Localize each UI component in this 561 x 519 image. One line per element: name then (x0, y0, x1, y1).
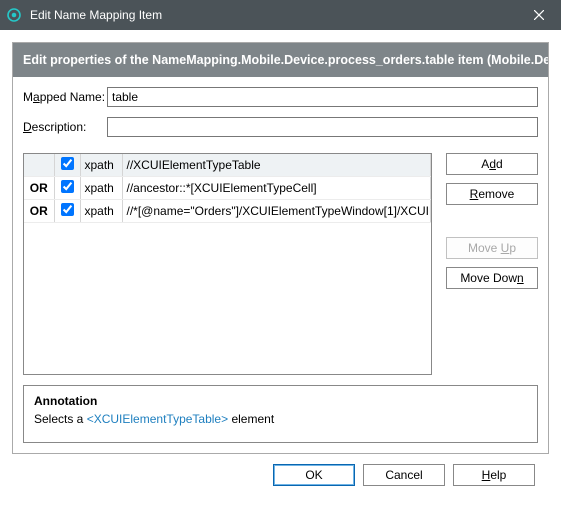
window-title: Edit Name Mapping Item (30, 8, 517, 22)
remove-button[interactable]: Remove (446, 183, 538, 205)
value-cell[interactable]: //XCUIElementTypeTable (122, 154, 431, 177)
banner-text: Edit properties of the NameMapping.Mobil… (13, 43, 548, 77)
table-row[interactable]: xpath//XCUIElementTypeTable (24, 154, 431, 177)
logic-cell: OR (24, 177, 54, 200)
annotation-text: Selects a <XCUIElementTypeTable> element (34, 412, 527, 426)
help-button[interactable]: Help (453, 464, 535, 486)
enable-cell (54, 154, 80, 177)
description-label: Description: (23, 120, 107, 134)
value-cell[interactable]: //*[@name="Orders"]/XCUIElementTypeWindo… (122, 200, 431, 223)
title-bar: Edit Name Mapping Item (0, 0, 561, 30)
enable-checkbox[interactable] (61, 180, 74, 193)
enable-checkbox[interactable] (61, 157, 74, 170)
annotation-panel: Annotation Selects a <XCUIElementTypeTab… (23, 385, 538, 443)
close-icon (534, 10, 544, 20)
table-row[interactable]: OR xpath//*[@name="Orders"]/XCUIElementTy… (24, 200, 431, 223)
type-cell[interactable]: xpath (80, 177, 122, 200)
enable-cell (54, 200, 80, 223)
selectors-grid[interactable]: xpath//XCUIElementTypeTableORxpath//ance… (23, 153, 432, 375)
value-cell[interactable]: //ancestor::*[XCUIElementTypeCell] (122, 177, 431, 200)
move-up-button[interactable]: Move Up (446, 237, 538, 259)
type-cell[interactable]: xpath (80, 200, 122, 223)
table-row[interactable]: OR xpath//ancestor::*[XCUIElementTypeCell… (24, 177, 431, 200)
dialog-footer: OK Cancel Help (12, 454, 549, 486)
logic-cell: OR (24, 200, 54, 223)
main-panel: Edit properties of the NameMapping.Mobil… (12, 42, 549, 454)
mapped-name-input[interactable] (107, 87, 538, 107)
add-button[interactable]: Add (446, 153, 538, 175)
app-icon (6, 7, 22, 23)
type-cell[interactable]: xpath (80, 154, 122, 177)
logic-cell (24, 154, 54, 177)
enable-checkbox[interactable] (61, 203, 74, 216)
mapped-name-label: Mapped Name: (23, 90, 107, 104)
ok-button[interactable]: OK (273, 464, 355, 486)
annotation-link[interactable]: <XCUIElementTypeTable> (87, 412, 228, 426)
description-input[interactable] (107, 117, 538, 137)
annotation-header: Annotation (34, 394, 527, 408)
move-down-button[interactable]: Move Down (446, 267, 538, 289)
cancel-button[interactable]: Cancel (363, 464, 445, 486)
close-button[interactable] (517, 0, 561, 30)
enable-cell (54, 177, 80, 200)
